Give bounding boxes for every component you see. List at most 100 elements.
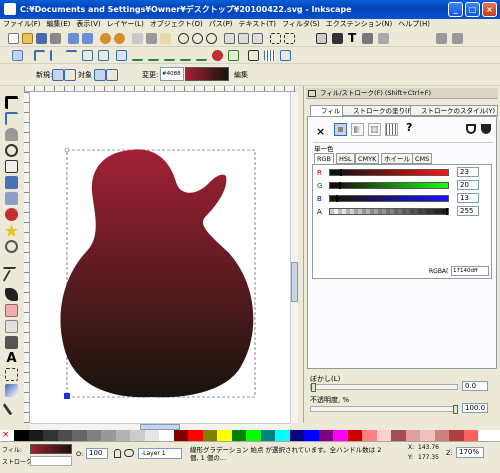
document-properties-icon[interactable] (452, 33, 463, 44)
undo-icon[interactable] (100, 33, 111, 44)
color-swatch[interactable] (246, 430, 261, 441)
pencil-tool-icon[interactable] (2, 256, 21, 269)
opacity-status-input[interactable]: 100 (86, 448, 108, 459)
snap-toggle-icon[interactable] (12, 50, 23, 61)
xml-editor-icon[interactable] (362, 33, 373, 44)
color-swatch[interactable] (231, 430, 246, 441)
channel-g-slider[interactable] (329, 182, 449, 189)
align-distribute-icon[interactable] (378, 33, 389, 44)
snap-guide-icon[interactable] (280, 50, 291, 61)
menu-filters[interactable]: フィルタ(S) (279, 19, 323, 30)
print-icon[interactable] (50, 33, 61, 44)
snap-object-center-icon[interactable] (212, 50, 223, 61)
color-swatch[interactable] (405, 430, 420, 441)
channel-r-slider[interactable] (329, 169, 449, 176)
linear-gradient-paint-icon[interactable] (351, 123, 364, 136)
menu-path[interactable]: パス(P) (206, 19, 236, 30)
menu-layer[interactable]: レイヤー(L) (104, 19, 147, 30)
color-swatch[interactable] (318, 430, 333, 441)
channel-b-value[interactable]: 13 (457, 193, 479, 203)
flat-color-icon[interactable] (334, 123, 347, 136)
unset-paint-icon[interactable]: ? (406, 121, 412, 134)
color-swatch[interactable] (420, 430, 435, 441)
snap-page-icon[interactable] (248, 50, 259, 61)
fill-stroke-icon[interactable] (332, 33, 343, 44)
color-swatch[interactable] (362, 430, 377, 441)
color-swatch[interactable] (376, 430, 391, 441)
pattern-paint-icon[interactable] (385, 123, 398, 136)
selector-tool-icon[interactable] (5, 96, 18, 109)
color-swatch[interactable] (347, 430, 362, 441)
channel-b-slider[interactable] (329, 195, 449, 202)
snap-bbox-mid-icon[interactable] (82, 50, 93, 61)
pen-tool-icon[interactable] (2, 269, 21, 288)
stroke-indicator-swatch[interactable] (30, 456, 72, 466)
snap-nodes-icon[interactable] (116, 50, 127, 61)
redo-icon[interactable] (114, 33, 125, 44)
tab-cmyk[interactable]: CMYK (355, 153, 380, 164)
edit-gradient-label[interactable]: 編集 (234, 70, 248, 80)
snap-cusp-icon[interactable] (164, 50, 175, 61)
3d-box-tool-icon[interactable] (5, 192, 18, 205)
color-swatch[interactable] (333, 430, 348, 441)
color-swatch[interactable] (115, 430, 130, 441)
preferences-icon[interactable] (436, 33, 447, 44)
menu-view[interactable]: 表示(V) (73, 19, 103, 30)
lock-icon[interactable] (114, 449, 121, 458)
eraser-tool-icon[interactable] (5, 304, 18, 317)
color-swatch[interactable] (304, 430, 319, 441)
radial-gradient-icon[interactable] (64, 69, 76, 81)
rectangle-tool-icon[interactable] (5, 176, 18, 189)
snap-path-icon[interactable] (132, 50, 143, 61)
snap-bbox-edge-icon[interactable] (50, 50, 61, 61)
minimize-button[interactable]: _ (448, 2, 463, 17)
gradient-tool-icon[interactable] (5, 384, 18, 397)
export-icon[interactable] (82, 33, 93, 44)
color-swatch[interactable] (14, 430, 29, 441)
color-swatch[interactable] (188, 430, 203, 441)
blur-value[interactable]: 0.0 (462, 381, 488, 391)
paint-bucket-tool-icon[interactable] (5, 320, 18, 333)
import-icon[interactable] (68, 33, 79, 44)
eye-icon[interactable] (124, 449, 134, 457)
star-tool-icon[interactable] (5, 224, 18, 237)
stroke-target-icon[interactable] (106, 69, 118, 81)
open-icon[interactable] (22, 33, 33, 44)
menu-object[interactable]: オブジェクト(O) (147, 19, 206, 30)
blur-slider[interactable] (310, 383, 458, 392)
radial-gradient-paint-icon[interactable] (368, 123, 381, 136)
menu-file[interactable]: ファイル(F) (0, 19, 44, 30)
color-swatch[interactable] (391, 430, 406, 441)
snap-bbox-icon[interactable] (34, 50, 45, 61)
tab-fill[interactable]: フィル (310, 105, 344, 116)
color-swatch[interactable] (101, 430, 116, 441)
unlink-clone-icon[interactable] (252, 33, 263, 44)
tab-hsl[interactable]: HSL (336, 153, 355, 164)
guitar-body-shape[interactable] (60, 149, 254, 398)
color-swatch[interactable] (72, 430, 87, 441)
rgba-input[interactable]: 17140dff (451, 266, 489, 276)
node-tool-icon[interactable] (5, 112, 18, 125)
horizontal-scrollbar[interactable] (30, 423, 290, 430)
color-swatch[interactable] (202, 430, 217, 441)
fill-target-icon[interactable] (94, 69, 106, 81)
snap-intersection-icon[interactable] (148, 50, 159, 61)
snap-smooth-icon[interactable] (180, 50, 191, 61)
color-swatch[interactable] (217, 430, 232, 441)
opacity-value[interactable]: 100.0 (462, 403, 488, 413)
vertical-scrollbar[interactable] (290, 92, 298, 423)
gradient-preview[interactable] (185, 67, 229, 81)
cut-icon[interactable] (146, 33, 157, 44)
gradient-select[interactable]: #4088 (160, 67, 184, 81)
gradient-end-handle[interactable] (64, 393, 70, 399)
paste-icon[interactable] (160, 33, 171, 44)
color-swatch[interactable] (144, 430, 159, 441)
tab-stroke-style[interactable]: ストロークのスタイル(Y) (410, 105, 499, 116)
maximize-button[interactable]: □ (465, 2, 480, 17)
ungroup-icon[interactable] (284, 33, 295, 44)
zoom-selection-icon[interactable] (178, 33, 189, 44)
vertical-scroll-thumb[interactable] (291, 262, 298, 302)
color-swatch[interactable] (43, 430, 58, 441)
linear-gradient-icon[interactable] (52, 69, 64, 81)
fill-rule-nonzero-icon[interactable] (481, 124, 491, 134)
